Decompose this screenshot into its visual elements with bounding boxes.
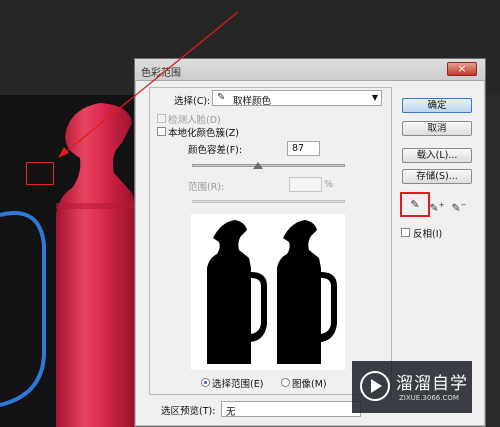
watermark-url: ZIXUE.3066.COM bbox=[399, 394, 459, 402]
eyedropper-icon[interactable]: ✎ bbox=[406, 196, 424, 214]
detect-faces-label: 检测人脸(D) bbox=[168, 115, 221, 126]
close-icon: × bbox=[457, 62, 467, 75]
selection-preview-select[interactable]: 无 bbox=[221, 401, 361, 418]
watermark-name: 溜溜自学 bbox=[396, 374, 468, 394]
invert-label: 反相(I) bbox=[413, 229, 443, 240]
cancel-button[interactable]: 取消 bbox=[402, 121, 472, 136]
fuzziness-input[interactable]: 87 bbox=[287, 141, 320, 156]
select-value: 取样颜色 bbox=[233, 96, 272, 107]
fuzziness-label: 颜色容差(F): bbox=[188, 145, 243, 156]
localized-clusters-checkbox[interactable] bbox=[157, 127, 166, 136]
range-input bbox=[289, 177, 322, 192]
selection-radio-label: 选择范围(E) bbox=[212, 379, 264, 390]
fuzziness-slider-thumb[interactable] bbox=[253, 162, 263, 169]
selection-preview-label: 选区预览(T): bbox=[161, 406, 216, 417]
save-button[interactable]: 存储(S)... bbox=[402, 169, 472, 184]
detect-faces-checkbox[interactable] bbox=[157, 114, 166, 123]
thermos-silhouette-right bbox=[277, 220, 337, 364]
sample-marker-box bbox=[26, 162, 54, 185]
fuzziness-slider[interactable] bbox=[192, 164, 345, 167]
dialog-title: 色彩范围 bbox=[141, 68, 181, 79]
red-thermos-image bbox=[56, 103, 138, 427]
selection-preview-value: 无 bbox=[226, 407, 236, 418]
range-label: 范围(R): bbox=[188, 182, 225, 193]
eyedropper-minus-icon[interactable]: ✎− bbox=[450, 196, 468, 215]
close-button[interactable]: × bbox=[447, 62, 477, 76]
eyedropper-plus-icon[interactable]: ✎+ bbox=[428, 196, 446, 215]
thermos-silhouette-left bbox=[207, 220, 267, 364]
image-radio-label: 图像(M) bbox=[292, 379, 327, 390]
select-dropdown[interactable]: ✎ 取样颜色 ▼ bbox=[212, 90, 382, 107]
blue-handle-shape bbox=[0, 211, 46, 407]
load-button[interactable]: 载入(L)... bbox=[402, 148, 472, 163]
invert-checkbox[interactable] bbox=[401, 228, 410, 237]
eyedropper-icon: ✎ bbox=[217, 92, 226, 103]
ok-button[interactable]: 确定 bbox=[402, 98, 472, 113]
image-radio[interactable] bbox=[281, 378, 290, 387]
watermark: 溜溜自学 ZIXUE.3066.COM bbox=[352, 361, 472, 413]
localized-clusters-label: 本地化颜色簇(Z) bbox=[168, 128, 239, 139]
select-label: 选择(C): bbox=[174, 96, 211, 107]
range-unit: % bbox=[324, 179, 334, 190]
range-slider bbox=[192, 200, 345, 203]
chevron-down-icon: ▼ bbox=[371, 93, 378, 102]
selection-preview bbox=[191, 214, 345, 370]
selection-radio[interactable] bbox=[201, 378, 210, 387]
play-triangle-icon bbox=[371, 379, 382, 393]
dialog-titlebar[interactable]: 色彩范围 × bbox=[135, 59, 485, 81]
